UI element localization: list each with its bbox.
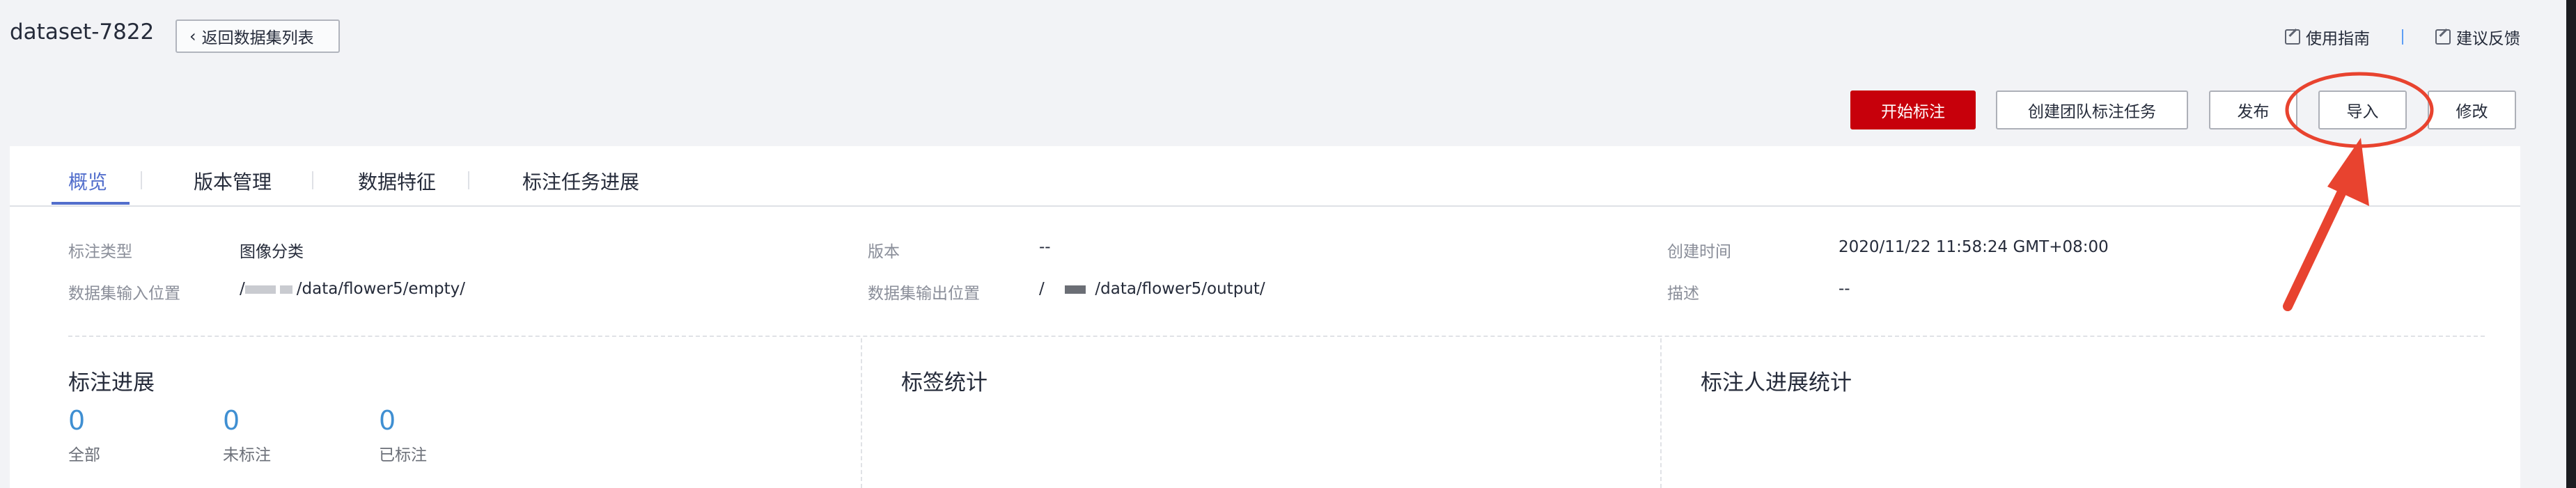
tab-bar: 概览 版本管理 数据特征 标注任务进展 — [10, 146, 2520, 207]
label-stats-title: 标签统计 — [901, 370, 988, 395]
input-prefix: / — [240, 280, 245, 298]
stat-all-label: 全部 — [68, 446, 100, 464]
redacted-bucket — [1065, 285, 1086, 294]
guide-link[interactable]: 使用指南 — [2285, 25, 2370, 49]
stat-labeled-label: 已标注 — [379, 446, 427, 464]
section-divider — [68, 336, 2485, 337]
chevron-left-icon: ‹ — [189, 26, 196, 46]
tab-overview[interactable]: 概览 — [68, 167, 107, 195]
tab-divider — [468, 171, 469, 189]
version-value: -- — [1039, 238, 1051, 256]
active-tab-indicator — [52, 202, 130, 205]
redacted-bucket — [279, 285, 292, 294]
input-location-value: / /data/flower5/empty/ — [240, 280, 465, 298]
tab-annotation-progress[interactable]: 标注任务进展 — [522, 167, 639, 195]
link-divider — [2402, 29, 2403, 45]
guide-icon — [2285, 29, 2300, 45]
top-links: 使用指南 建议反馈 — [2285, 25, 2520, 49]
window-edge — [2566, 0, 2576, 488]
dataset-panel: 概览 版本管理 数据特征 标注任务进展 标注类型 图像分类 数据集输入位置 / /… — [10, 146, 2520, 488]
guide-link-label: 使用指南 — [2306, 30, 2370, 48]
description-label: 描述 — [1667, 285, 1699, 303]
created-time-label: 创建时间 — [1667, 243, 1731, 261]
progress-title: 标注进展 — [68, 370, 155, 395]
start-annotation-button[interactable]: 开始标注 — [1850, 90, 1976, 129]
feedback-icon — [2435, 29, 2451, 45]
description-value: -- — [1839, 280, 1850, 298]
feedback-link-label: 建议反馈 — [2456, 30, 2520, 48]
input-location-label: 数据集输入位置 — [68, 285, 180, 303]
output-location-label: 数据集输出位置 — [868, 285, 980, 303]
column-divider — [1660, 338, 1662, 488]
tab-data-features[interactable]: 数据特征 — [358, 167, 436, 195]
back-button-label: 返回数据集列表 — [201, 29, 314, 47]
output-prefix: / — [1039, 280, 1045, 298]
label-type-label: 标注类型 — [68, 243, 132, 261]
stat-labeled-count: 0 — [379, 405, 396, 436]
stat-all-count: 0 — [68, 405, 86, 436]
stat-unlabeled-count: 0 — [223, 405, 240, 436]
stat-unlabeled-label: 未标注 — [223, 446, 271, 464]
page-title: dataset-7822 — [10, 19, 155, 45]
annotator-stats-title: 标注人进展统计 — [1701, 370, 1852, 395]
label-type-value: 图像分类 — [240, 243, 304, 261]
input-path: /data/flower5/empty/ — [296, 280, 465, 298]
column-divider — [861, 338, 862, 488]
created-time-value: 2020/11/22 11:58:24 GMT+08:00 — [1839, 238, 2109, 256]
tab-divider — [141, 171, 142, 189]
output-path: /data/flower5/output/ — [1095, 280, 1265, 298]
modify-button[interactable]: 修改 — [2428, 90, 2516, 129]
output-location-value: / /data/flower5/output/ — [1039, 280, 1265, 298]
tab-divider — [312, 171, 313, 189]
publish-button[interactable]: 发布 — [2209, 90, 2297, 129]
tab-version-management[interactable]: 版本管理 — [194, 167, 272, 195]
version-label: 版本 — [868, 243, 900, 261]
import-button[interactable]: 导入 — [2318, 90, 2407, 129]
redacted-bucket — [244, 285, 276, 294]
back-to-datasets-button[interactable]: ‹ 返回数据集列表 — [175, 19, 340, 53]
create-team-task-button[interactable]: 创建团队标注任务 — [1996, 90, 2188, 129]
feedback-link[interactable]: 建议反馈 — [2435, 25, 2520, 49]
